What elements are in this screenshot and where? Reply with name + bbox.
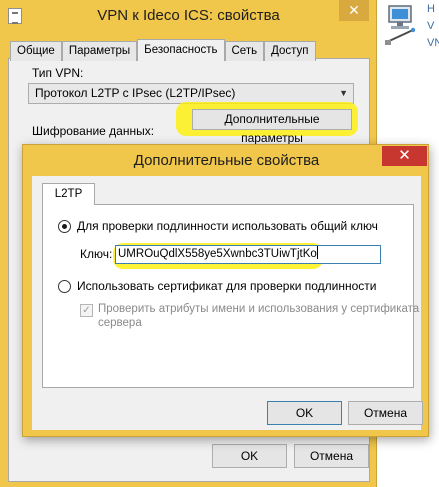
- window-title: VPN к Ideco ICS: свойства: [97, 7, 280, 24]
- connection-name-text: Н: [427, 3, 435, 15]
- ok-button[interactable]: OK: [267, 401, 342, 425]
- dialog-title: Дополнительные свойства: [133, 152, 320, 169]
- verify-checkbox[interactable]: ✓: [80, 304, 93, 317]
- cancel-button[interactable]: Отмена: [294, 444, 369, 468]
- tab-l2tp[interactable]: L2TP: [42, 183, 95, 205]
- preshared-key-input[interactable]: UMROuQdlX558ye5Xwnbc3TUiwTjtKo: [115, 245, 381, 264]
- verify-checkbox-label: Проверить атрибуты имени и использования…: [98, 303, 420, 315]
- text-caret: [316, 246, 318, 259]
- psk-radio-label[interactable]: Для проверки подлинности использовать об…: [77, 219, 378, 233]
- tab-parameters[interactable]: Параметры: [61, 41, 138, 61]
- certificate-radio[interactable]: [58, 280, 71, 293]
- tab-network[interactable]: Сеть: [224, 41, 265, 61]
- encryption-label: Шифрование данных:: [32, 124, 155, 138]
- cancel-button[interactable]: Отмена: [348, 401, 423, 425]
- connection-status-text: V: [427, 20, 435, 32]
- tab-general[interactable]: Общие: [10, 41, 62, 61]
- connection-device-text: VN: [427, 37, 439, 49]
- network-connection-icon: [385, 5, 416, 45]
- tab-strip: Общие Параметры Безопасность Сеть Доступ: [10, 39, 316, 61]
- tab-access[interactable]: Доступ: [264, 41, 316, 61]
- certificate-radio-label[interactable]: Использовать сертификат для проверки под…: [77, 279, 376, 293]
- ok-button[interactable]: OK: [212, 444, 287, 468]
- dialog-body: L2TP Для проверки подлинности использова…: [32, 176, 423, 430]
- verify-checkbox-label-cont: сервера: [98, 317, 142, 329]
- vpn-type-select[interactable]: Протокол L2TP с IPsec (L2TP/IPsec) ▼: [28, 83, 354, 104]
- l2tp-pane: Для проверки подлинности использовать об…: [42, 204, 419, 388]
- chevron-down-icon: ▼: [339, 88, 348, 98]
- key-label: Ключ:: [80, 247, 113, 261]
- advanced-settings-button[interactable]: Дополнительные параметры: [192, 109, 352, 145]
- close-icon[interactable]: ✕: [339, 0, 369, 21]
- preshared-key-value: UMROuQdlX558ye5Xwnbc3TUiwTjtKo: [118, 248, 317, 260]
- tab-security[interactable]: Безопасность: [137, 39, 225, 61]
- close-icon[interactable]: ✕: [382, 146, 427, 166]
- vpn-type-value: Протокол L2TP с IPsec (L2TP/IPsec): [35, 86, 236, 100]
- advanced-properties-dialog: Дополнительные свойства ✕ L2TP Для прове…: [22, 144, 429, 437]
- vpn-type-label: Тип VPN:: [32, 66, 84, 80]
- psk-radio[interactable]: [58, 220, 71, 233]
